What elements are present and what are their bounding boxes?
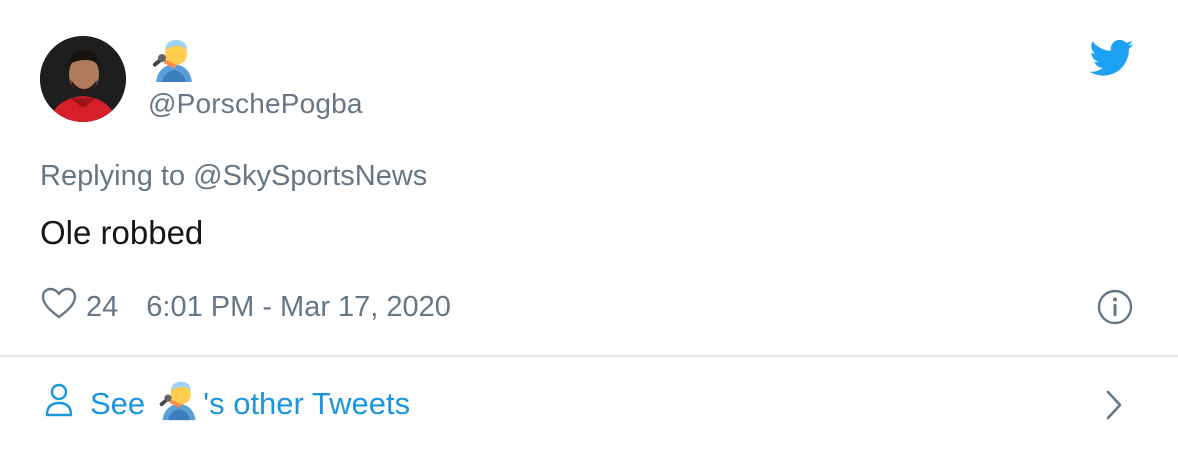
info-icon[interactable]: [1096, 288, 1134, 326]
tweet-text: Ole robbed: [40, 214, 204, 251]
heart-icon[interactable]: [40, 286, 86, 328]
avatar[interactable]: [40, 36, 126, 122]
like-count: 24: [86, 290, 119, 323]
other-tweets-label: 's other Tweets: [203, 386, 411, 421]
tweet-card: @PorschePogba Replying to @SkySportsNews…: [0, 0, 1178, 450]
reply-to-link[interactable]: @SkySportsNews: [193, 160, 427, 192]
singer-emoji-icon: [150, 36, 198, 84]
reply-context: Replying to @SkySportsNews: [40, 160, 427, 193]
see-label: See: [90, 386, 146, 421]
chevron-right-icon[interactable]: [1102, 388, 1126, 422]
tweet-meta: 24 6:01 PM - Mar 17, 2020: [40, 286, 451, 328]
user-handle[interactable]: @PorschePogba: [148, 88, 363, 120]
tweet-timestamp[interactable]: 6:01 PM - Mar 17, 2020: [146, 291, 451, 324]
see-other-tweets-link[interactable]: See 's other Tweets: [44, 380, 410, 428]
person-icon: [44, 382, 90, 426]
divider: [0, 355, 1178, 357]
singer-emoji-icon: [157, 378, 203, 430]
reply-prefix: Replying to: [40, 160, 186, 192]
twitter-bird-icon[interactable]: [1089, 38, 1134, 78]
